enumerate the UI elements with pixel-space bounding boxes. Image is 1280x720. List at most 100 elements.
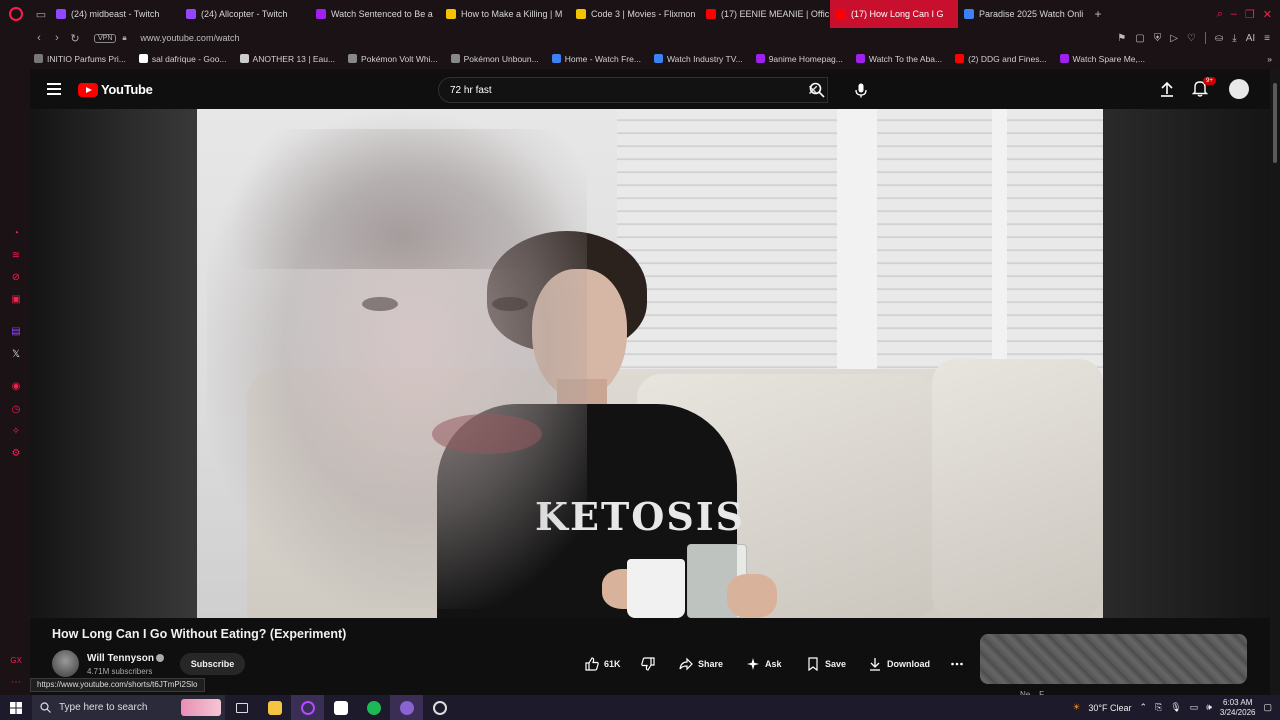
- gx-corner-icon[interactable]: ≋: [10, 250, 22, 262]
- bookmark-item[interactable]: Watch Industry TV...: [653, 54, 743, 64]
- bookmark-item[interactable]: Pokémon Volt Whi...: [348, 54, 438, 64]
- channel-name[interactable]: Will Tennyson: [87, 653, 154, 664]
- spotify-icon[interactable]: ◉: [10, 381, 22, 393]
- browser-tab[interactable]: (24) midbeast - Twitch: [50, 0, 180, 28]
- store-button[interactable]: [324, 695, 357, 720]
- close-window-button[interactable]: ✕: [1263, 8, 1272, 21]
- save-button[interactable]: Save: [806, 654, 846, 674]
- window-post: [837, 109, 877, 389]
- menu-icon[interactable]: ≡: [1264, 33, 1270, 44]
- bookmark-label: sal dafrique - Goo...: [151, 53, 227, 64]
- voice-search-button[interactable]: [850, 79, 872, 101]
- search-box[interactable]: 72 hr fast ✕: [438, 77, 828, 103]
- maximize-button[interactable]: ❐: [1245, 8, 1255, 21]
- sparkle-icon: [747, 658, 759, 670]
- bookmark-item[interactable]: Watch Spare Me,...: [1059, 54, 1145, 64]
- bookmark-item[interactable]: Pokémon Unboun...: [450, 54, 539, 64]
- browser-tab[interactable]: Paradise 2025 Watch Onli: [958, 0, 1088, 28]
- bookmark-item[interactable]: ANOTHER 13 | Eau...: [239, 54, 335, 64]
- page-scrollbar[interactable]: [1270, 69, 1280, 695]
- more-actions-button[interactable]: [950, 654, 964, 674]
- spotify-taskbar-button[interactable]: [357, 695, 390, 720]
- opera-gx-menu-icon[interactable]: [0, 0, 32, 28]
- browser-tab[interactable]: (24) Allcopter - Twitch: [180, 0, 310, 28]
- aria-ai-button[interactable]: AI: [1246, 33, 1255, 44]
- battery-icon[interactable]: ▭: [1190, 702, 1199, 713]
- forward-button[interactable]: ›: [48, 32, 66, 44]
- video-frame[interactable]: KETOSIS: [197, 109, 1103, 618]
- gx-logo-icon[interactable]: GX: [10, 655, 22, 667]
- browser-tab[interactable]: Code 3 | Movies - Flixmon: [570, 0, 700, 28]
- search-input[interactable]: 72 hr fast: [450, 85, 492, 96]
- tray-overflow-icon[interactable]: ⌃: [1140, 702, 1148, 713]
- twitch-icon[interactable]: ▤: [10, 326, 22, 338]
- settings-icon[interactable]: ⚙: [10, 448, 22, 460]
- extensions-icon[interactable]: ✧: [10, 426, 22, 438]
- channel-avatar[interactable]: [52, 650, 79, 677]
- lock-icon[interactable]: 🔒︎: [122, 33, 132, 43]
- bookmark-icon[interactable]: ⚑: [1117, 33, 1126, 44]
- network-tray-icon[interactable]: ⎘: [1155, 702, 1162, 713]
- task-view-button[interactable]: [225, 695, 258, 720]
- account-avatar[interactable]: [1229, 79, 1249, 99]
- heart-icon[interactable]: ♡: [1187, 33, 1196, 44]
- gx-control-icon[interactable]: ◔: [10, 228, 22, 240]
- bookmark-item[interactable]: Watch To the Aba...: [855, 54, 942, 64]
- share-button[interactable]: Share: [679, 654, 723, 674]
- opera-gx-taskbar-button[interactable]: [291, 695, 324, 720]
- back-button[interactable]: ‹: [30, 32, 48, 44]
- browser-tab[interactable]: Watch Sentenced to Be a: [310, 0, 440, 28]
- new-tab-button[interactable]: +: [1088, 7, 1108, 21]
- reload-button[interactable]: ↻: [66, 32, 84, 45]
- shield-icon[interactable]: ⛨: [1154, 33, 1162, 44]
- like-button[interactable]: 61K: [585, 654, 621, 674]
- browser-tab[interactable]: (17) EENIE MEANIE | Offic: [700, 0, 830, 28]
- download-icon[interactable]: ⤓: [1232, 33, 1236, 44]
- download-button[interactable]: Download: [868, 654, 930, 674]
- x-twitter-icon[interactable]: 𝕏: [10, 349, 22, 361]
- discord-taskbar-button[interactable]: [390, 695, 423, 720]
- minimize-button[interactable]: –: [1231, 8, 1237, 21]
- clock[interactable]: 6:03 AM 3/24/2026: [1220, 698, 1256, 718]
- bookmark-item[interactable]: sal dafrique - Goo...: [138, 53, 227, 64]
- guide-menu-icon[interactable]: [47, 83, 61, 95]
- ask-button[interactable]: Ask: [746, 654, 782, 674]
- bookmark-favicon-icon: [348, 54, 358, 63]
- steam-taskbar-button[interactable]: [423, 695, 456, 720]
- video-player[interactable]: KETOSIS: [30, 109, 1270, 618]
- bookmark-item[interactable]: INITIO Parfums Pri...: [34, 54, 126, 64]
- gx-mods-icon[interactable]: ▣: [10, 294, 22, 306]
- search-button[interactable]: [800, 77, 834, 103]
- bookmark-item[interactable]: Home - Watch Fre...: [551, 54, 641, 64]
- history-icon[interactable]: ◷: [10, 404, 22, 416]
- notifications-tray-icon[interactable]: ▢: [1263, 702, 1272, 713]
- tab-favicon-icon: [316, 9, 326, 19]
- dislike-button[interactable]: [641, 654, 655, 674]
- gx-cleaner-icon[interactable]: ⊘: [10, 272, 22, 284]
- file-explorer-button[interactable]: [258, 695, 291, 720]
- bookmark-item[interactable]: (2) DDG and Fines...: [955, 54, 1047, 64]
- youtube-logo[interactable]: YouTube: [78, 82, 153, 97]
- bookmark-item[interactable]: 9anime Homepag...: [755, 54, 843, 64]
- wallet-icon[interactable]: ⛀: [1215, 33, 1223, 44]
- tab-overview-icon[interactable]: ▭: [32, 0, 50, 28]
- url-field[interactable]: www.youtube.com/watch: [140, 33, 239, 43]
- sidebar-more-icon[interactable]: ⋯: [10, 677, 22, 689]
- subscribe-button[interactable]: Subscribe: [180, 653, 245, 675]
- taskbar-search[interactable]: Type here to search: [32, 695, 225, 720]
- vpn-badge[interactable]: VPN: [94, 33, 117, 43]
- more-bookmarks-icon[interactable]: »: [1267, 54, 1280, 64]
- start-button[interactable]: [0, 701, 32, 714]
- sidebar-ad-thumbnail[interactable]: [980, 634, 1247, 684]
- microphone-tray-icon[interactable]: 🎙︎: [1170, 702, 1181, 713]
- scrollbar-thumb[interactable]: [1273, 83, 1277, 163]
- weather-text[interactable]: 30°F Clear: [1088, 703, 1131, 713]
- search-tabs-icon[interactable]: ⌕: [1217, 8, 1223, 21]
- weather-icon[interactable]: ☀: [1072, 702, 1080, 713]
- snapshot-icon[interactable]: ▢: [1135, 33, 1144, 44]
- browser-tab[interactable]: How to Make a Killing | M: [440, 0, 570, 28]
- volume-icon[interactable]: 🕪︎: [1206, 702, 1212, 713]
- browser-tab[interactable]: (17) How Long Can I G: [830, 0, 958, 28]
- player-icon[interactable]: ▷: [1170, 33, 1178, 44]
- create-button[interactable]: [1160, 81, 1174, 102]
